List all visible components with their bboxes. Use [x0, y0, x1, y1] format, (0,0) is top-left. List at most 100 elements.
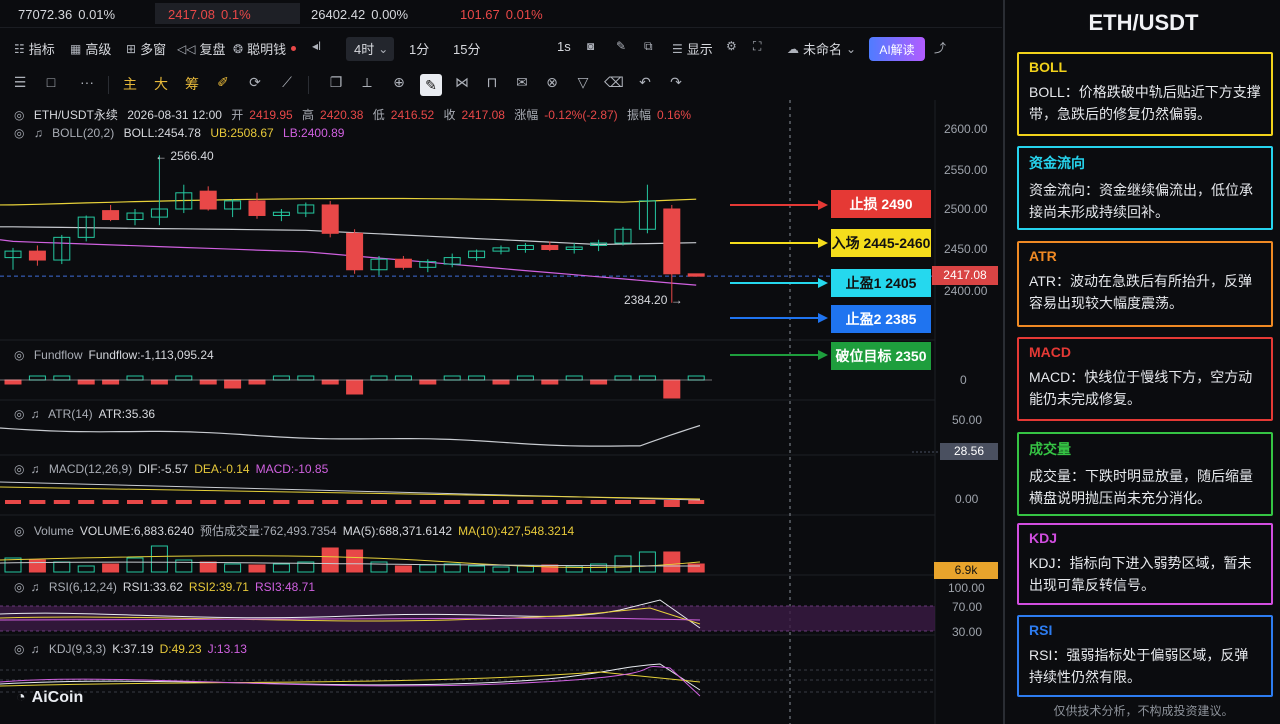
- advanced-button[interactable]: ▦ 高级: [70, 39, 111, 58]
- analysis-card: BOLL BOLL：价格跌破中轨后贴近下方支撑带，急跌后的修复仍然偏弱。: [1017, 52, 1273, 136]
- zoom-icon[interactable]: ⊕: [388, 74, 410, 91]
- trash-icon[interactable]: ⌫: [603, 74, 625, 91]
- high-annotation: ← 2566.40: [155, 149, 214, 163]
- settings-icon[interactable]: ⚙: [726, 39, 737, 53]
- note-icon[interactable]: ✉: [511, 74, 533, 91]
- volume-bar: [77, 565, 95, 573]
- ai-analysis-button[interactable]: AI解读: [869, 37, 925, 61]
- macd-legend: ◎ ♫ MACD(12,26,9) DIF:-5.57 DEA:-0.14 MACD:-…: [14, 462, 329, 476]
- eye-icon[interactable]: ◎: [14, 407, 24, 421]
- brush-icon[interactable]: ⟋: [276, 74, 298, 91]
- chip-tool[interactable]: 筹: [181, 74, 203, 94]
- ruler-icon[interactable]: ⟂: [356, 74, 378, 91]
- volume-bar: [53, 561, 71, 573]
- candle-body: [346, 232, 364, 271]
- volume-bar: [687, 563, 705, 573]
- ticker-item[interactable]: 26402.42 0.00%: [311, 7, 408, 22]
- redo-icon[interactable]: ↷: [665, 74, 687, 91]
- ticker-item[interactable]: 77072.36 0.01%: [18, 7, 115, 22]
- atr-legend: ◎ ♫ ATR(14) ATR:35.36: [14, 407, 156, 421]
- macd-bar: [346, 500, 363, 504]
- edit-tool-icon[interactable]: ✐: [212, 74, 234, 91]
- filter-icon[interactable]: ▽: [572, 74, 594, 91]
- pen-icon[interactable]: ✎: [616, 39, 626, 53]
- ticker-item[interactable]: 101.67 0.01%: [460, 7, 543, 22]
- candle-body: [321, 204, 339, 234]
- price-axis-label: 2500.00: [944, 202, 988, 216]
- card-text: 资金流向：资金继续偏流出，低位承接尚未形成持续回补。: [1029, 182, 1253, 220]
- multi-window-button[interactable]: ⊞ 多窗: [126, 39, 166, 58]
- volume-bar: [492, 566, 510, 573]
- ticker-item[interactable]: 2417.08 0.1%: [168, 7, 251, 22]
- fundflow-bar: [419, 379, 437, 385]
- menu-icon[interactable]: ☰: [9, 74, 31, 91]
- bell-icon[interactable]: ♫: [30, 580, 39, 594]
- volume-bar: [590, 563, 608, 573]
- undo-icon[interactable]: ↶: [634, 74, 656, 91]
- volume-bar: [199, 561, 217, 573]
- card-title: 资金流向: [1029, 155, 1085, 171]
- volume-bar: [638, 551, 656, 573]
- macd-bar: [78, 500, 95, 504]
- rsi-axis: 100.00: [948, 581, 985, 595]
- lock-icon[interactable]: ⊓: [481, 74, 503, 91]
- main-chart-tool[interactable]: 主: [119, 74, 141, 94]
- camera-icon[interactable]: ◙: [587, 39, 594, 53]
- eye-icon[interactable]: ◎: [14, 524, 24, 538]
- macd-bar: [322, 500, 339, 504]
- eye-icon[interactable]: ◎: [14, 126, 24, 140]
- bell-icon[interactable]: ♫: [30, 407, 39, 421]
- export-icon[interactable]: ⧉: [644, 39, 653, 54]
- sync-icon[interactable]: ⟳: [244, 74, 266, 91]
- layout-name-select[interactable]: ☁ 未命名 ⌄: [787, 39, 856, 58]
- sound-icon[interactable]: ◂ǀ: [312, 39, 321, 53]
- smart-money-button[interactable]: ❂ 聪明钱: [233, 39, 297, 58]
- link-icon[interactable]: ⊗: [541, 74, 563, 91]
- timeframe-1m[interactable]: 1分: [409, 39, 429, 58]
- copy-icon[interactable]: ❐: [325, 74, 347, 91]
- replay-button[interactable]: ◁◁ 复盘: [177, 39, 225, 58]
- advanced-icon: ▦: [70, 41, 82, 56]
- bell-icon[interactable]: ♫: [34, 126, 43, 140]
- volume-bar: [150, 545, 168, 573]
- macd-bar: [200, 500, 217, 504]
- display-button[interactable]: ☰ 显示: [672, 39, 713, 58]
- share-icon[interactable]: ⤴: [934, 39, 946, 56]
- magnet-icon[interactable]: ⋈: [451, 74, 473, 91]
- level-arrow-head: [818, 350, 828, 360]
- eye-icon[interactable]: ◎: [14, 642, 24, 656]
- fundflow-bar: [687, 375, 705, 381]
- price-axis-label: 2550.00: [944, 163, 988, 177]
- macd-bar: [517, 500, 534, 504]
- macd-axis: 0.00: [955, 492, 979, 506]
- fullscreen-icon[interactable]: ⛶: [753, 39, 761, 54]
- macd-bar: [688, 500, 705, 504]
- eye-icon[interactable]: ◎: [14, 462, 24, 476]
- candle-body: [199, 190, 217, 210]
- fundflow-bar: [53, 375, 71, 381]
- draw-brush-icon[interactable]: ✎: [420, 74, 442, 96]
- card-text: ATR：波动在急跌后有所抬升，反弹容易出现较大幅度震荡。: [1029, 273, 1252, 311]
- fundflow-bar: [77, 379, 95, 385]
- big-order-tool[interactable]: 大: [150, 74, 172, 94]
- interval-1s[interactable]: 1s: [557, 39, 571, 54]
- entry-tag: 入场 2445-2460: [831, 229, 931, 257]
- fundflow-bar: [492, 379, 510, 385]
- timeframe-select[interactable]: 4时 ⌄: [354, 39, 388, 58]
- timeframe-15m[interactable]: 15分: [453, 39, 480, 58]
- indicators-button[interactable]: ☷ 指标: [14, 39, 55, 58]
- eye-icon[interactable]: ◎: [14, 348, 24, 362]
- macd-dea-line: [0, 486, 701, 500]
- macd-bar: [53, 500, 70, 504]
- bell-icon[interactable]: ♫: [30, 462, 39, 476]
- low-annotation: 2384.20 →: [624, 293, 683, 307]
- square-icon[interactable]: □: [40, 74, 62, 90]
- candle-body: [394, 258, 412, 268]
- volume-bar: [224, 563, 242, 573]
- more-icon[interactable]: ···: [76, 74, 98, 90]
- fundflow-bar: [516, 375, 534, 381]
- eye-icon[interactable]: ◎: [14, 580, 24, 594]
- bell-icon[interactable]: ♫: [30, 642, 39, 656]
- macd-bar: [249, 500, 265, 504]
- eye-icon[interactable]: ◎: [14, 108, 24, 122]
